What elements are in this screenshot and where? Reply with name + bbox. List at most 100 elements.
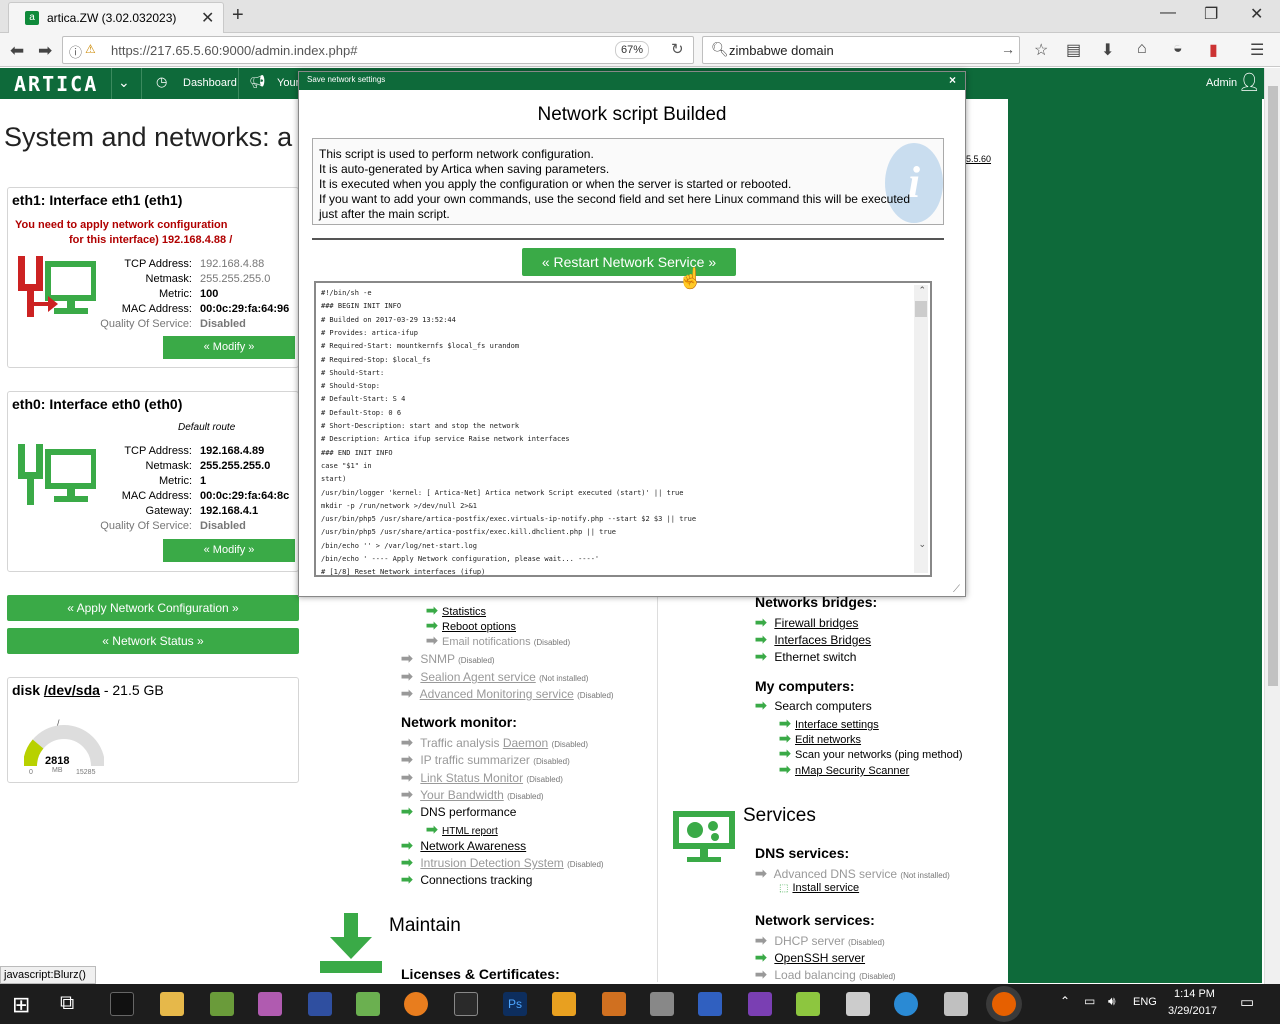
menu-ethernet-switch[interactable]: ➡ Ethernet switch (755, 648, 856, 665)
menu-nmap[interactable]: ➡ nMap Security Scanner (779, 761, 909, 778)
tools-icon[interactable] (650, 992, 674, 1016)
terminal-icon[interactable] (110, 992, 134, 1016)
calendar-icon[interactable] (846, 992, 870, 1016)
firefox-icon[interactable] (992, 992, 1016, 1016)
tray-chevron-icon[interactable]: ⌃ (1060, 994, 1070, 1008)
save-app-icon[interactable] (308, 992, 332, 1016)
reading-list-icon[interactable]: ▤ (1066, 40, 1081, 60)
eth1-modify-button[interactable]: « Modify » (163, 336, 295, 359)
menu-bandwidth[interactable]: ➡ Your Bandwidth (Disabled) (401, 786, 544, 803)
menu-interfaces-bridges[interactable]: ➡ Interfaces Bridges (755, 631, 871, 648)
forward-icon[interactable]: ➡ (38, 41, 52, 61)
script-textarea[interactable]: #!/bin/sh -e ### BEGIN INIT INFO # Builded… (314, 281, 932, 577)
menu-firewall-bridges[interactable]: ➡ Firewall bridges (755, 614, 858, 631)
go-arrow-icon[interactable]: → (1001, 41, 1015, 57)
dashboard-link[interactable]: Dashboard (183, 77, 237, 89)
minimize-icon[interactable]: — (1160, 4, 1176, 22)
photoshop-icon[interactable]: Ps (503, 992, 527, 1016)
chevron-down-icon[interactable]: ⌄ (118, 74, 130, 91)
url-bar[interactable]: ⓘ ⚠ https://217.65.5.60:9000/admin.index… (62, 36, 694, 64)
menu-icon[interactable]: ☰ (1250, 40, 1264, 60)
blender-icon[interactable] (404, 992, 428, 1016)
lock-warning-icon[interactable]: ⚠ (85, 42, 96, 56)
script-line: ### END INIT INFO (321, 448, 393, 457)
user-icon[interactable]: 👤︎ (1238, 72, 1261, 93)
network-status-button[interactable]: « Network Status » (7, 628, 299, 654)
url-text[interactable]: https://217.65.5.60:9000/admin.index.php… (111, 43, 357, 58)
restore-icon[interactable]: ❐ (1204, 4, 1218, 24)
zoom-level[interactable]: 67% (615, 41, 650, 59)
app-icon[interactable] (258, 992, 282, 1016)
menu-advanced-dns[interactable]: ➡ Advanced DNS service (Not installed) (755, 865, 950, 882)
menu-openssh[interactable]: ➡ OpenSSH server (755, 949, 865, 966)
visual-studio-icon[interactable] (748, 992, 772, 1016)
windows-start-icon[interactable]: ⊞ (12, 992, 30, 1018)
menu-dhcp[interactable]: ➡ DHCP server (Disabled) (755, 932, 885, 949)
file-explorer-icon[interactable] (160, 992, 184, 1016)
notepad-icon[interactable] (356, 992, 380, 1016)
admin-label[interactable]: Admin (1206, 77, 1237, 89)
app-icon[interactable] (894, 992, 918, 1016)
restart-network-service-button[interactable]: « Restart Network Service » (522, 248, 736, 276)
home-icon[interactable]: ⌂ (1137, 40, 1147, 58)
app-icon[interactable] (796, 992, 820, 1016)
server-ip-link[interactable]: 5.5.60 (966, 154, 991, 164)
app-icon[interactable] (602, 992, 626, 1016)
eth0-modify-button[interactable]: « Modify » (163, 539, 295, 562)
install-service-link[interactable]: ⬚ Install service (779, 882, 859, 894)
task-view-icon[interactable]: ⧉ (60, 992, 74, 1015)
search-bar[interactable]: 🔍︎ zimbabwe domain → (702, 36, 1020, 64)
language-indicator[interactable]: ENG (1133, 996, 1157, 1008)
menu-load-balancing[interactable]: ➡ Load balancing (Disabled) (755, 966, 896, 983)
eth0-qos-label: Quality Of Service: (100, 520, 192, 532)
menu-email-notifications[interactable]: ➡ Email notifications (Disabled) (426, 632, 570, 649)
modal-header[interactable]: Save network settings × (299, 72, 965, 90)
menu-traffic-analysis[interactable]: ➡ Traffic analysis Daemon (Disabled) (401, 734, 588, 751)
menu-network-awareness[interactable]: ➡ Network Awareness (401, 837, 526, 854)
search-input[interactable]: zimbabwe domain (729, 43, 834, 58)
back-icon[interactable]: ⬅ (10, 41, 24, 61)
menu-advanced-monitoring[interactable]: ➡ Advanced Monitoring service (Disabled) (401, 685, 614, 702)
menu-html-report[interactable]: ➡ HTML report (426, 821, 498, 838)
network-tray-icon[interactable]: ▭ (1084, 994, 1095, 1008)
app-icon[interactable] (552, 992, 576, 1016)
menu-link-status[interactable]: ➡ Link Status Monitor (Disabled) (401, 769, 563, 786)
resize-handle-icon[interactable]: ⟋ (953, 584, 960, 595)
clock-date[interactable]: 3/29/2017 (1168, 1005, 1217, 1017)
new-tab-icon[interactable]: + (232, 4, 244, 27)
app-icon[interactable] (210, 992, 234, 1016)
notifications-icon[interactable]: ▭ (1240, 993, 1254, 1011)
disk-device-link[interactable]: /dev/sda (44, 682, 100, 698)
script-line: case "$1" in (321, 461, 372, 470)
scroll-down-icon[interactable]: ⌄ (918, 539, 926, 550)
close-tab-icon[interactable]: ✕ (201, 8, 214, 28)
menu-connections-tracking[interactable]: ➡ Connections tracking (401, 871, 532, 888)
volume-icon[interactable]: 🔊︎ (1108, 994, 1116, 1009)
menu-intrusion-detection[interactable]: ➡ Intrusion Detection System (Disabled) (401, 854, 604, 871)
scroll-up-icon[interactable]: ⌃ (918, 285, 926, 296)
menu-sealion[interactable]: ➡ Sealion Agent service (Not installed) (401, 668, 588, 685)
menu-ip-traffic[interactable]: ➡ IP traffic summarizer (Disabled) (401, 751, 570, 768)
menu-snmp[interactable]: ➡ SNMP (Disabled) (401, 650, 495, 667)
close-window-icon[interactable]: ✕ (1250, 4, 1263, 24)
artica-logo[interactable]: ARTICA (14, 72, 98, 96)
reload-icon[interactable]: ↻ (671, 40, 684, 58)
page-scrollbar[interactable] (1264, 68, 1280, 984)
app-icon[interactable] (698, 992, 722, 1016)
apply-network-configuration-button[interactable]: « Apply Network Configuration » (7, 595, 299, 621)
menu-scan-networks[interactable]: ➡ Scan your networks (ping method) (779, 745, 963, 762)
extension-icon[interactable]: ▮ (1209, 40, 1218, 60)
menu-search-computers[interactable]: ➡ Search computers (755, 697, 872, 714)
app-icon[interactable] (944, 992, 968, 1016)
clock-time[interactable]: 1:14 PM (1174, 988, 1215, 1000)
pocket-icon[interactable]: ◒ (1173, 40, 1183, 58)
download-icon[interactable]: ⬇ (1101, 40, 1114, 60)
your-link[interactable]: Your (277, 77, 299, 89)
info-icon[interactable]: ⓘ (69, 42, 82, 61)
menu-dns-performance[interactable]: ➡ DNS performance (401, 803, 516, 820)
modal-close-icon[interactable]: × (949, 73, 956, 87)
browser-tab[interactable]: a artica.ZW (3.02.032023) ✕ (8, 2, 224, 33)
app-icon[interactable] (454, 992, 478, 1016)
bookmark-star-icon[interactable]: ☆ (1034, 40, 1048, 60)
textarea-scrollbar[interactable] (914, 285, 928, 573)
